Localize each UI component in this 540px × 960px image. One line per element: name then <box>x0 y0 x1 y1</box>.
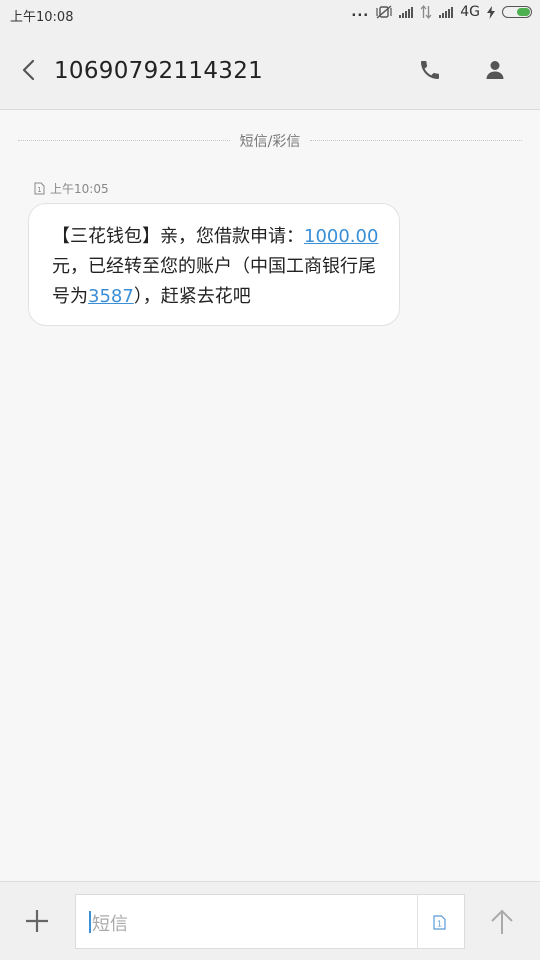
phone-call-icon[interactable] <box>418 58 442 82</box>
message-bubble[interactable]: 【三花钱包】亲，您借款申请：1000.00元，已经转至您的账户（中国工商银行尾号… <box>28 203 400 326</box>
battery-icon <box>502 6 532 18</box>
message-time: 上午10:05 <box>50 182 109 196</box>
conversation-header: 10690792114321 <box>0 28 540 110</box>
sim-card-1-icon: 1 <box>34 182 45 195</box>
sim-slot-number: 1 <box>437 920 442 929</box>
status-time: 上午10:08 <box>10 10 74 25</box>
message-meta: 1 上午10:05 <box>34 180 109 197</box>
svg-text:1: 1 <box>37 186 41 194</box>
message-composer: 短信 1 <box>0 881 540 960</box>
add-attachment-icon[interactable] <box>24 908 50 934</box>
sim-select-icon[interactable]: 1 <box>433 915 446 930</box>
channel-label: 短信/彩信 <box>239 134 301 150</box>
more-dots-icon: ... <box>351 4 370 20</box>
message-text-part-3: ），赶紧去花吧 <box>133 286 251 307</box>
divider-line-right <box>310 140 522 141</box>
contact-person-icon[interactable] <box>483 58 507 82</box>
text-cursor <box>89 911 91 933</box>
contact-number-title: 10690792114321 <box>54 58 264 84</box>
data-transfer-icon <box>420 5 432 19</box>
message-text-part-1: 【三花钱包】亲，您借款申请： <box>52 226 304 247</box>
account-number-link[interactable]: 3587 <box>88 286 134 307</box>
signal-2-icon <box>439 6 454 18</box>
vibrate-off-icon <box>376 5 392 19</box>
charging-icon <box>487 5 495 19</box>
status-icons: ... 4G <box>351 4 532 20</box>
back-arrow-icon[interactable] <box>18 58 40 82</box>
amount-link[interactable]: 1000.00 <box>304 226 378 247</box>
message-input-placeholder: 短信 <box>92 914 128 935</box>
status-bar: 上午10:08 ... 4G <box>0 0 540 28</box>
network-type: 4G <box>460 4 480 20</box>
channel-divider: 短信/彩信 <box>18 130 522 150</box>
signal-1-icon <box>399 6 414 18</box>
send-arrow-icon[interactable] <box>488 908 516 936</box>
message-input[interactable]: 短信 1 <box>75 894 465 949</box>
input-divider <box>417 895 418 948</box>
